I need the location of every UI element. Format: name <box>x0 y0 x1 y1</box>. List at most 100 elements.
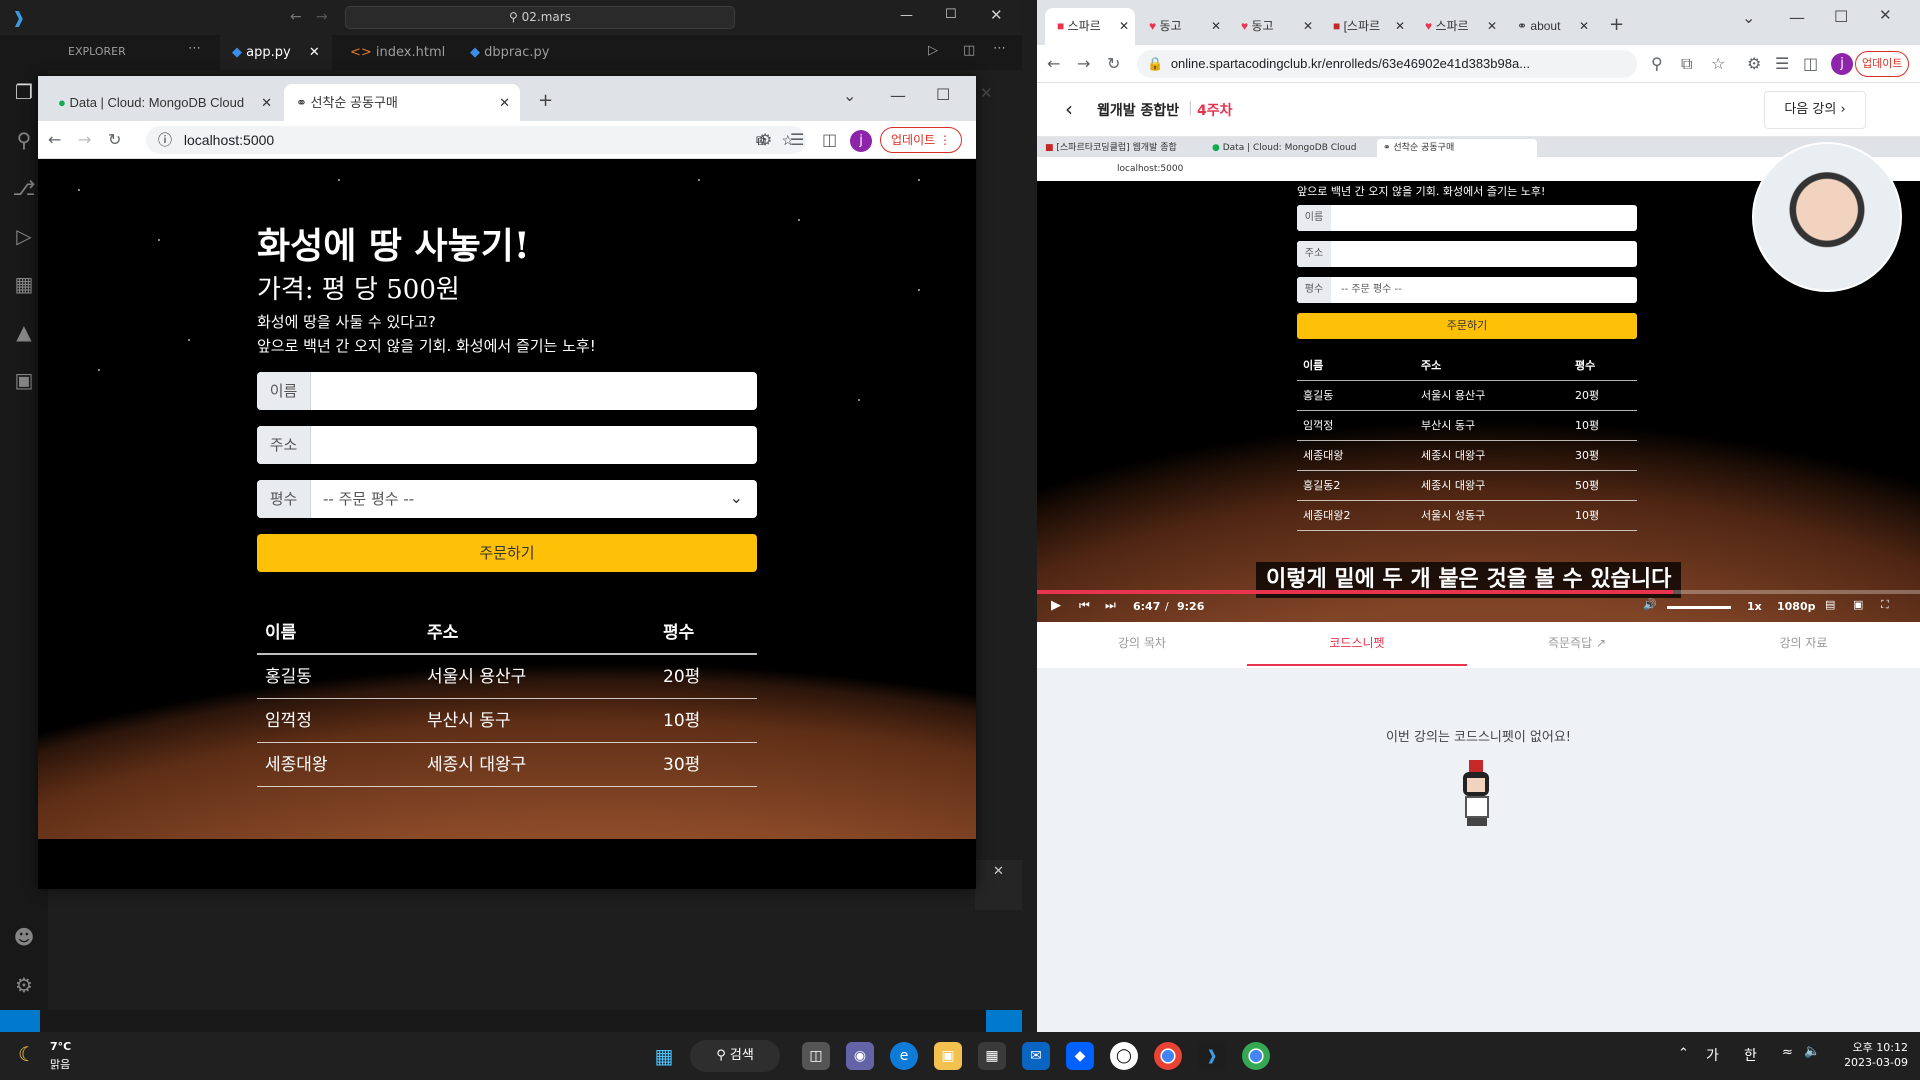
media-icon[interactable]: ☰ <box>1775 54 1789 74</box>
settings-gear-icon[interactable]: ⚙ <box>12 973 36 997</box>
name-field[interactable]: 이름 <box>257 372 757 410</box>
side-panel-icon[interactable]: ◫ <box>822 130 837 150</box>
captions-icon[interactable]: ▤ <box>1825 598 1835 611</box>
maximize-icon[interactable]: ☐ <box>945 7 957 22</box>
mail-icon[interactable]: ✉ <box>1022 1042 1050 1070</box>
extensions-icon[interactable]: ⚙ <box>1747 54 1761 74</box>
minimize-icon[interactable]: — <box>900 8 913 23</box>
tab-search-icon[interactable]: ⌄ <box>843 86 856 105</box>
file-explorer-icon[interactable]: ▣ <box>934 1042 962 1070</box>
speed-label[interactable]: 1x <box>1747 600 1762 613</box>
back-chevron-icon[interactable]: ‹ <box>1065 97 1073 121</box>
vscode-icon[interactable]: ❱ <box>1198 1042 1226 1070</box>
close-icon[interactable]: ✕ <box>499 84 510 121</box>
tab-donggo-1[interactable]: ♥ 동고 ✕ <box>1137 8 1227 45</box>
forward-icon[interactable]: → <box>1077 54 1090 74</box>
close-icon[interactable]: ✕ <box>1879 6 1892 24</box>
close-icon[interactable]: ✕ <box>1395 8 1405 45</box>
testing-icon[interactable]: ▲ <box>12 320 36 344</box>
tab-sparta-1[interactable]: ■ 스파르 ✕ <box>1045 8 1135 45</box>
chrome-icon[interactable] <box>1154 1042 1182 1070</box>
zoom-icon[interactable]: ⚲ <box>1651 54 1663 74</box>
share-icon[interactable]: ⧉ <box>1681 54 1692 74</box>
explorer-icon[interactable]: ❐ <box>12 80 36 104</box>
address-bar[interactable]: ⓘ localhost:5000 ⧉ ☆ <box>146 126 806 154</box>
remote-icon[interactable]: ▣ <box>12 368 36 392</box>
chrome-icon[interactable] <box>1242 1042 1270 1070</box>
more-icon[interactable]: ⋯ <box>993 41 1006 56</box>
taskbar-search[interactable]: ⚲ 검색 <box>690 1040 780 1072</box>
side-panel-icon[interactable]: ◫ <box>1803 54 1818 74</box>
tab-index-html[interactable]: <> index.html <box>338 35 457 70</box>
close-icon[interactable]: ✕ <box>1211 8 1221 45</box>
clock-date[interactable]: 2023-03-09 <box>1838 1056 1908 1069</box>
size-select[interactable]: 평수 -- 주문 평수 -- ⌄ <box>257 480 757 518</box>
ime-mode[interactable]: 가 <box>1706 1045 1719 1065</box>
edge-icon[interactable]: e <box>890 1042 918 1070</box>
order-button[interactable]: 주문하기 <box>257 534 757 572</box>
close-icon[interactable]: ✕ <box>1119 8 1129 45</box>
fullscreen-icon[interactable]: ⛶ <box>1881 598 1889 612</box>
next-icon[interactable]: ⏭ <box>1105 598 1116 613</box>
search-icon[interactable]: ⚲ <box>12 128 36 152</box>
new-tab-icon[interactable]: + <box>1609 14 1624 35</box>
store-icon[interactable]: ▦ <box>978 1042 1006 1070</box>
video-player[interactable]: ■ [스파르타코딩클럽] 웹개발 종합 ● Data | Cloud: Mong… <box>1037 137 1920 622</box>
chat-icon[interactable]: ◉ <box>846 1042 874 1070</box>
new-tab-icon[interactable]: + <box>538 90 553 111</box>
minimize-icon[interactable]: — <box>890 86 906 105</box>
close-icon[interactable]: ✕ <box>261 84 272 121</box>
previous-icon[interactable]: ⏮ <box>1079 598 1090 613</box>
update-button[interactable]: 업데이트 ⋮ <box>880 127 962 153</box>
volume-slider[interactable] <box>1667 606 1731 609</box>
address-field[interactable]: 주소 <box>257 426 757 464</box>
tab-search-icon[interactable]: ⌄ <box>1742 8 1755 27</box>
run-debug-icon[interactable]: ▷ <box>12 224 36 248</box>
split-editor-icon[interactable]: ◫ <box>963 43 975 58</box>
close-icon[interactable]: ✕ <box>980 84 993 102</box>
tab-sparta-2[interactable]: ■ [스파르 ✕ <box>1321 8 1411 45</box>
tab-dbprac-py[interactable]: ◆ dbprac.py <box>458 35 561 70</box>
maximize-icon[interactable]: ☐ <box>1834 7 1848 26</box>
reload-icon[interactable]: ↻ <box>108 130 121 150</box>
tab-app-py[interactable]: ◆ app.py ✕ <box>220 35 332 70</box>
close-icon[interactable]: ✕ <box>1487 8 1497 45</box>
close-icon[interactable]: ✕ <box>1579 8 1589 45</box>
start-windows-icon[interactable]: ▦ <box>650 1042 678 1070</box>
tab-code-snippet[interactable]: 코드스니펫 <box>1247 622 1467 666</box>
extensions-icon[interactable]: ⚙ <box>758 130 772 150</box>
next-lecture-button[interactable]: 다음 강의 › <box>1764 91 1866 129</box>
tab-mongodb[interactable]: ● Data | Cloud: MongoDB Cloud ✕ <box>46 84 282 121</box>
notifications-icon[interactable] <box>986 1010 1022 1032</box>
profile-avatar[interactable]: j <box>1831 53 1853 75</box>
more-icon[interactable]: ⋯ <box>188 41 201 56</box>
command-search[interactable]: ⚲ 02.mars <box>345 6 735 29</box>
close-icon[interactable]: ✕ <box>990 6 1003 24</box>
profile-avatar[interactable]: j <box>850 130 872 152</box>
remote-indicator[interactable] <box>0 1010 40 1032</box>
clock-time[interactable]: 오후 10:12 <box>1838 1039 1908 1055</box>
play-icon[interactable]: ▶ <box>1051 598 1061 613</box>
back-icon[interactable]: ← <box>290 9 302 25</box>
close-icon[interactable]: ✕ <box>1303 8 1313 45</box>
extensions-icon[interactable]: ▦ <box>12 272 36 296</box>
pip-icon[interactable]: ▣ <box>1853 598 1863 611</box>
update-button[interactable]: 업데이트 <box>1855 51 1910 77</box>
back-icon[interactable]: ← <box>48 130 61 150</box>
address-bar[interactable]: 🔒 online.spartacodingclub.kr/enrolleds/6… <box>1137 50 1637 78</box>
tab-sparta-3[interactable]: ♥ 스파르 ✕ <box>1413 8 1503 45</box>
dropbox-icon[interactable]: ◆ <box>1066 1042 1094 1070</box>
close-icon[interactable]: ✕ <box>993 864 1004 879</box>
tab-course-materials[interactable]: 강의 자료 <box>1687 622 1920 668</box>
weather-moon-icon[interactable]: ☾ <box>18 1042 36 1066</box>
tab-group-buy[interactable]: ⚭ 선착순 공동구매 ✕ <box>284 84 520 121</box>
github-icon[interactable]: ◯ <box>1110 1042 1138 1070</box>
speaker-icon[interactable]: 🔈 <box>1804 1044 1820 1059</box>
bookmark-star-icon[interactable]: ☆ <box>1711 54 1725 74</box>
reload-icon[interactable]: ↻ <box>1107 54 1120 74</box>
media-icon[interactable]: ☰ <box>790 130 804 150</box>
chevron-up-icon[interactable]: ⌃ <box>1678 1046 1689 1061</box>
ime-lang[interactable]: 한 <box>1744 1045 1757 1065</box>
tab-donggo-2[interactable]: ♥ 동고 ✕ <box>1229 8 1319 45</box>
run-icon[interactable]: ▷ <box>928 43 938 58</box>
